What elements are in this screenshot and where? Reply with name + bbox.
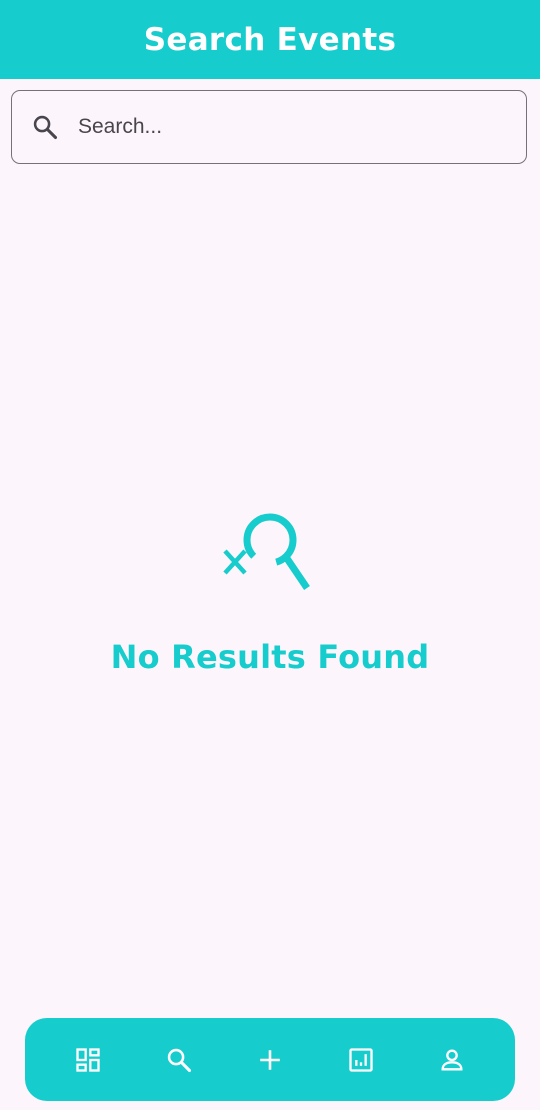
nav-analytics[interactable] [337, 1036, 385, 1084]
app-bar: Search Events [0, 0, 540, 79]
nav-dashboard[interactable] [64, 1036, 112, 1084]
search-icon [30, 112, 60, 142]
analytics-icon [347, 1046, 375, 1074]
search-bar[interactable] [11, 90, 527, 164]
search-icon [165, 1046, 193, 1074]
search-input[interactable] [78, 107, 498, 147]
bottom-navigation [25, 1018, 515, 1101]
empty-state: No Results Found [0, 508, 540, 676]
page-title: Search Events [143, 21, 397, 58]
person-icon [438, 1046, 466, 1074]
nav-profile[interactable] [428, 1036, 476, 1084]
add-icon [257, 1047, 283, 1073]
search-off-icon [220, 508, 320, 598]
nav-search[interactable] [155, 1036, 203, 1084]
no-results-message: No Results Found [110, 638, 430, 676]
dashboard-icon [74, 1046, 102, 1074]
nav-add[interactable] [246, 1036, 294, 1084]
